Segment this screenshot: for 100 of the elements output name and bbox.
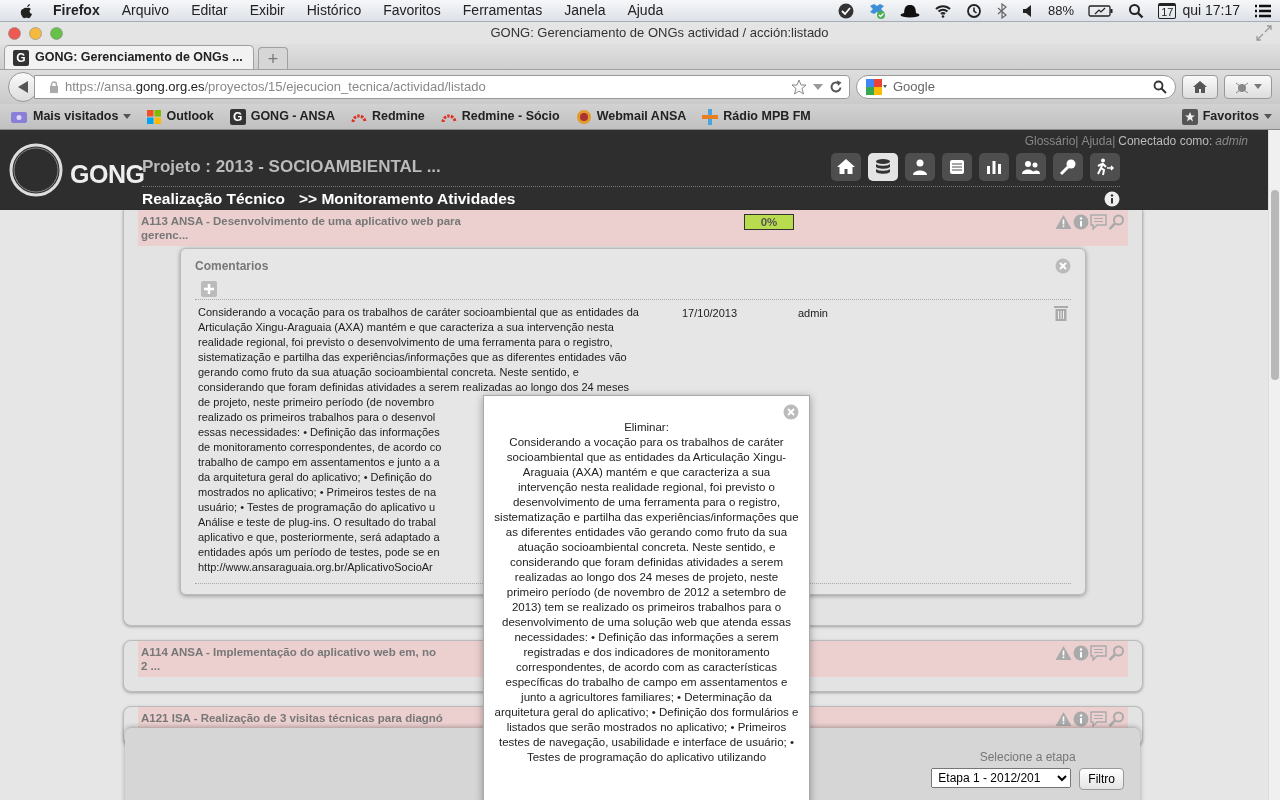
breadcrumb-item: >> Monitoramento Atividades — [299, 188, 516, 209]
menu-item[interactable]: Exibir — [238, 0, 296, 21]
search-box[interactable]: Google — [856, 75, 1176, 99]
plus-icon — [204, 284, 214, 294]
battery-icon[interactable] — [1088, 3, 1115, 18]
menu-item[interactable]: Ajuda — [616, 0, 675, 21]
bug-icon — [1234, 80, 1250, 94]
box-check-icon[interactable] — [868, 2, 887, 19]
comment-author: admin — [798, 306, 829, 321]
clock[interactable]: qui 17:17 — [1182, 0, 1240, 21]
extension-button[interactable] — [1224, 75, 1272, 99]
globe-icon — [575, 108, 592, 125]
menu-item[interactable]: Favoritos — [372, 0, 452, 21]
comment-text-line: de monitoramento correspondentes, de acordo co — [198, 440, 442, 455]
users-icon — [1022, 158, 1040, 176]
window-close-button[interactable] — [8, 26, 21, 40]
comment-text-line: considerando que foram definidas atividades a serem realizadas ao longo dos 24 meses — [198, 380, 630, 395]
info-icon[interactable] — [1104, 190, 1120, 207]
home-nav-button[interactable] — [831, 153, 861, 181]
breadcrumb-item[interactable]: Realização Técnico — [142, 186, 285, 211]
bluetooth-icon[interactable] — [996, 2, 1009, 19]
bookmark-item[interactable]: Outlook — [147, 107, 214, 126]
window-zoom-button[interactable] — [50, 26, 63, 40]
google-icon[interactable] — [865, 78, 887, 96]
chart-icon — [985, 158, 1003, 176]
warning-icon[interactable] — [1055, 711, 1072, 727]
comment-icon[interactable] — [1090, 711, 1107, 727]
comment-text-line: da arquitetura geral do aplicativo; • Definição do — [198, 470, 432, 485]
close-icon[interactable] — [1055, 258, 1071, 274]
comment-text-line: Considerando a vocação para os trabalhos de caráter socioambiental que as entidades da — [198, 305, 639, 320]
search-icon[interactable] — [1153, 80, 1167, 94]
scrollbar-thumb[interactable] — [1271, 190, 1279, 380]
header-link[interactable]: Ajuda| — [1081, 132, 1116, 150]
favicon: G — [13, 49, 29, 66]
menu-item[interactable]: Arquivo — [110, 0, 181, 21]
menu-item[interactable]: Janela — [553, 0, 617, 21]
trash-icon[interactable] — [1054, 305, 1068, 321]
search-field[interactable]: Google — [891, 76, 1149, 98]
key-nav-button[interactable] — [1053, 153, 1083, 181]
book-nav-button[interactable] — [942, 153, 972, 181]
add-button[interactable] — [201, 281, 217, 297]
hat-icon[interactable] — [900, 3, 921, 18]
bookmark-item[interactable]: Redmine - Sócio — [440, 107, 560, 126]
comment-text-line: gerando como fruto da sua atuação socioambiental concreta. Neste sentido, e — [198, 365, 579, 380]
caret-icon — [123, 113, 132, 120]
bookmark-item[interactable]: Mais visitados — [10, 107, 132, 126]
dropdown-arrow-icon[interactable] — [813, 83, 823, 91]
comment-text-line: Análise e teste de plug-ins. O resultado do trabal — [198, 515, 436, 530]
round-badge-icon[interactable] — [838, 2, 855, 19]
search-icon[interactable] — [1128, 2, 1145, 19]
back-arrow-icon — [17, 81, 29, 93]
app-menu[interactable]: Firefox — [42, 0, 111, 21]
stage-select[interactable]: Etapa 1 - 2012/201 — [931, 768, 1072, 788]
close-icon[interactable] — [783, 404, 799, 420]
popup-heading: Eliminar: — [623, 420, 670, 435]
panel-title: Comentarios — [195, 258, 269, 275]
header-link[interactable]: Glossário| — [1024, 132, 1079, 150]
wifi-icon[interactable] — [934, 3, 953, 18]
list-icon[interactable] — [1254, 3, 1272, 18]
caret-icon — [1264, 113, 1272, 120]
star-box-icon — [1181, 108, 1198, 125]
comment-text-line: realizado os primeiros trabalhos para o desenvol — [198, 410, 436, 425]
menu-item[interactable]: Histórico — [295, 0, 373, 21]
users-nav-button[interactable] — [1016, 153, 1046, 181]
browser-tab[interactable]: G GONG: Gerenciamento de ONGs ... — [4, 45, 254, 69]
folder-icon — [10, 109, 28, 124]
star-icon[interactable] — [791, 79, 807, 95]
popup-text: Considerando a vocação para os trabalhos de caráter socioambiental que as entidades da Articulação Xingu-Araguaia (AXA) mantém e que caracteriza a sua intervenção nesta realidade regional, foi previsto o desenvolvimento de uma ferramenta para o registro, sistematização e partilha das experiências/informações que as diferentes entidades vão gerando como fruto da sua atuação socioambiental concreta. Neste sentido, e considerando que foram definidas atividades a serem realizadas ao longo dos 24 meses de projeto, neste primeiro período (de novembro de 2012 a setembro de 2013) tem se realizado os primeiros trabalhos para o desenvolvimento de uma solução web que atenda essas necessidades: • Definição das informações a serem registradas e dos indicadores de monitoramento correspondentes, de acordo com as características específicas do trabalho de campo em assentamentos e junto a agricultores familiares; • Determinação da arquitetura geral do aplicativo; • Definição dos formulários e listados que serão mostrados no aplicativo; • Primeiros testes de navegação, usabilidade e interface de usuário; • Testes de programação do aplicativo utilizando — [494, 435, 799, 765]
chart-nav-button[interactable] — [979, 153, 1009, 181]
comment-text-line: trabalho de campo em assentamentos e junto a a — [198, 455, 440, 470]
apple-icon[interactable] — [20, 2, 34, 19]
comment-text-line: http://www.ansaraguaia.org.br/AplicativoSocioAr — [198, 560, 433, 575]
window-title: GONG: Gerenciamento de ONGs actividad / acción:listado — [489, 24, 830, 43]
fullscreen-icon[interactable] — [1256, 25, 1272, 41]
comment-date: 17/10/2013 — [682, 306, 739, 321]
database-nav-button[interactable] — [868, 153, 898, 181]
favicon: G — [229, 108, 246, 125]
address-field[interactable]: https://ansa.gong.org.es/proyectos/15/ejecucion_tecnica/actividad/listado — [34, 75, 850, 99]
ring-logo-icon — [8, 142, 64, 198]
home-button[interactable] — [1182, 75, 1218, 99]
user-nav-button[interactable] — [905, 153, 935, 181]
lock-icon — [49, 81, 59, 93]
filter-button[interactable]: Filtro — [1079, 768, 1124, 790]
menu-item[interactable]: Ferramentas — [451, 0, 554, 21]
battery-percentage: 88% — [1048, 1, 1075, 20]
bookmark-item[interactable]: Redmine — [350, 107, 425, 126]
filter-label: Selecione a etapa — [979, 749, 1076, 766]
window-minimize-button[interactable] — [29, 26, 42, 40]
history-icon[interactable] — [966, 2, 983, 19]
calendar-date[interactable]: 17 — [1158, 2, 1177, 19]
menu-item[interactable]: Editar — [180, 0, 239, 21]
comment-text-line: sistematização e partilha das experiências/informações que as diferentes entidades vão — [198, 350, 627, 365]
bookmark-item[interactable]: Webmail ANSA — [575, 107, 687, 126]
key-icon — [1059, 158, 1077, 176]
exit-nav-button[interactable] — [1090, 153, 1120, 181]
reload-icon[interactable] — [829, 80, 843, 94]
bookmark-item[interactable]: G GONG - ANSA — [229, 107, 335, 126]
house-icon — [1192, 80, 1208, 94]
bookmarks-menu[interactable]: Favoritos — [1181, 107, 1272, 126]
bookmark-item[interactable]: Rádio MPB FM — [702, 107, 811, 126]
